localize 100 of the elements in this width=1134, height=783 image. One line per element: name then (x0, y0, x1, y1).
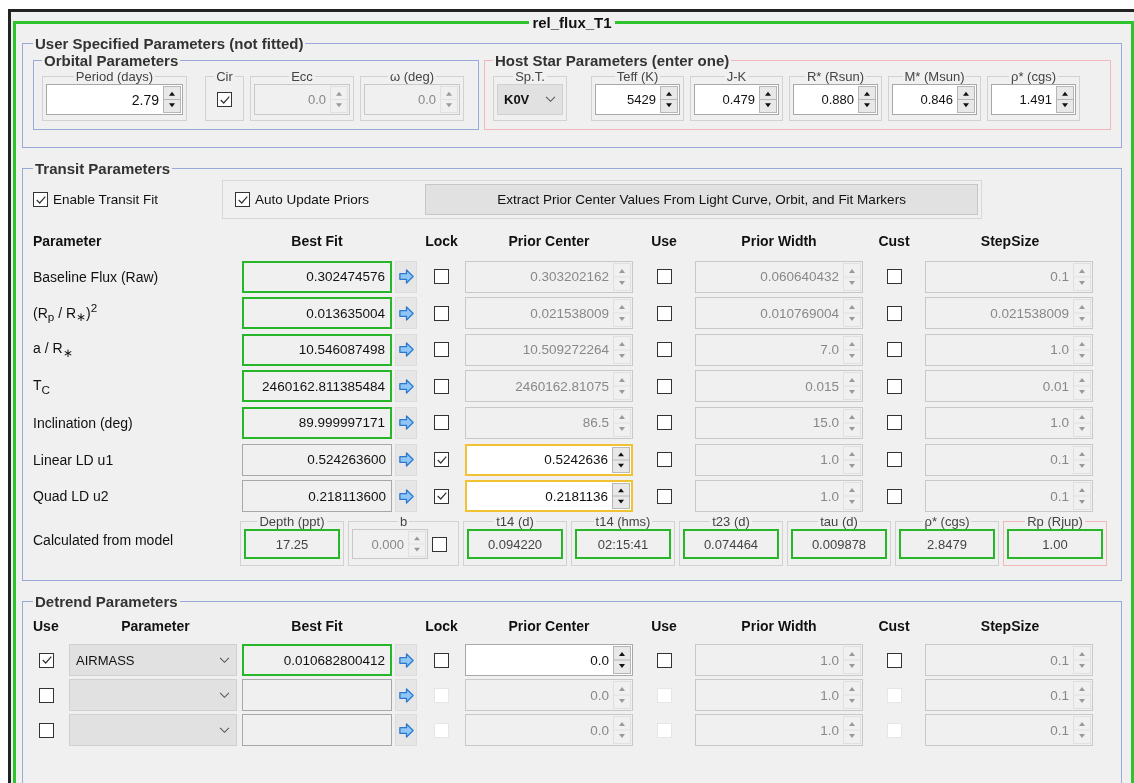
spin-field[interactable]: 0.1 (925, 644, 1093, 676)
spin-field[interactable]: 1.0 (695, 679, 863, 711)
checkbox[interactable] (434, 305, 449, 321)
spin-field[interactable]: 0.880 (793, 84, 878, 115)
copy-button[interactable] (395, 480, 417, 513)
spin-buttons[interactable] (957, 86, 975, 113)
spin-field[interactable]: 1.0 (695, 714, 863, 746)
checkbox[interactable] (434, 342, 449, 358)
spin-field[interactable]: 0.0 (465, 679, 633, 711)
spin-field[interactable]: 0.1 (925, 260, 1093, 293)
copy-button[interactable] (395, 370, 417, 403)
copy-button[interactable] (395, 714, 417, 746)
best-fit-field[interactable]: 0.524263600 (242, 443, 392, 476)
checkbox[interactable] (886, 269, 902, 285)
spin-field[interactable]: 0.0 (465, 644, 633, 676)
spin-field[interactable]: 15.0 (695, 406, 863, 439)
checkbox[interactable] (434, 378, 449, 394)
spin-field[interactable]: 0.1 (925, 480, 1093, 513)
best-fit-field[interactable] (242, 714, 392, 746)
spin-field[interactable]: 1.0 (695, 644, 863, 676)
spin-buttons[interactable] (163, 86, 181, 113)
copy-button[interactable] (395, 679, 417, 711)
checkbox[interactable] (886, 378, 902, 394)
checkbox[interactable] (434, 415, 449, 431)
spin-field[interactable]: 0.479 (694, 84, 779, 115)
checkbox[interactable] (235, 192, 251, 207)
dropdown[interactable]: AIRMASS (69, 644, 237, 676)
checkbox[interactable] (217, 92, 232, 107)
best-fit-field[interactable]: 89.999997171 (242, 406, 392, 439)
spin-field[interactable]: 0.1 (925, 679, 1093, 711)
copy-button[interactable] (395, 297, 417, 330)
extract-button[interactable]: Extract Prior Center Values From Light Curve, Orbit, and Fit Markers (425, 184, 979, 215)
spin-buttons[interactable] (660, 86, 678, 113)
checkbox[interactable] (432, 536, 447, 552)
checkbox[interactable] (656, 652, 672, 668)
spin-field[interactable]: 0.021538009 (465, 297, 633, 330)
checkbox[interactable] (33, 192, 48, 207)
copy-button[interactable] (395, 260, 417, 293)
spin-field[interactable]: 0.015 (695, 370, 863, 403)
checkbox[interactable] (656, 269, 672, 285)
spin-field[interactable]: 2.79 (46, 84, 183, 115)
spin-buttons[interactable] (1056, 86, 1074, 113)
spin-field[interactable]: 5429 (595, 84, 680, 115)
checkbox[interactable] (886, 488, 902, 504)
spin-buttons[interactable] (613, 646, 631, 674)
best-fit-field[interactable]: 2460162.811385484 (242, 370, 392, 403)
checkbox[interactable] (434, 269, 449, 285)
spin-field[interactable]: 0.846 (892, 84, 977, 115)
spin-field[interactable]: 0.021538009 (925, 297, 1093, 330)
best-fit-field[interactable] (242, 679, 392, 711)
spin-field[interactable]: 10.509272264 (465, 333, 633, 366)
spin-buttons[interactable] (612, 483, 630, 510)
spin-field[interactable]: 0.1 (925, 443, 1093, 476)
spin-field[interactable]: 0.000 (352, 529, 428, 560)
spin-field[interactable]: 0.2181136 (465, 480, 633, 513)
checkbox[interactable] (434, 452, 449, 468)
copy-button[interactable] (395, 333, 417, 366)
spin-buttons[interactable] (858, 86, 876, 113)
checkbox[interactable] (39, 687, 54, 703)
checkbox[interactable] (434, 652, 449, 668)
spin-field[interactable]: 1.0 (695, 480, 863, 513)
checkbox[interactable] (39, 722, 54, 738)
best-fit-field[interactable]: 0.302474576 (242, 260, 392, 293)
spin-field[interactable]: 0.01 (925, 370, 1093, 403)
checkbox[interactable] (656, 452, 672, 468)
spin-field[interactable]: 0.0 (465, 714, 633, 746)
checkbox[interactable] (886, 305, 902, 321)
spin-field[interactable]: 0.010769004 (695, 297, 863, 330)
spin-field[interactable]: 0.5242636 (465, 443, 633, 476)
best-fit-field[interactable]: 0.218113600 (242, 480, 392, 513)
spin-field[interactable]: 86.5 (465, 406, 633, 439)
spin-field[interactable]: 1.0 (695, 443, 863, 476)
best-fit-field[interactable]: 10.546087498 (242, 333, 392, 366)
checkbox[interactable] (886, 452, 902, 468)
spin-field[interactable]: 0.060640432 (695, 260, 863, 293)
spin-buttons[interactable] (612, 446, 630, 473)
spin-field[interactable]: 0.303202162 (465, 260, 633, 293)
copy-button[interactable] (395, 406, 417, 439)
checkbox[interactable] (656, 415, 672, 431)
checkbox[interactable] (656, 378, 672, 394)
spin-field[interactable]: 1.0 (925, 333, 1093, 366)
spin-field[interactable]: 2460162.81075 (465, 370, 633, 403)
checkbox[interactable] (886, 342, 902, 358)
copy-button[interactable] (395, 443, 417, 476)
spin-buttons[interactable] (759, 86, 777, 113)
checkbox[interactable] (886, 415, 902, 431)
copy-button[interactable] (395, 644, 417, 676)
spin-field[interactable]: 0.1 (925, 714, 1093, 746)
dropdown[interactable]: K0V (497, 84, 563, 115)
spin-field[interactable]: 7.0 (695, 333, 863, 366)
checkbox[interactable] (656, 488, 672, 504)
spin-field[interactable]: 1.0 (925, 406, 1093, 439)
checkbox[interactable] (656, 305, 672, 321)
checkbox[interactable] (656, 342, 672, 358)
best-fit-field[interactable]: 0.013635004 (242, 297, 392, 330)
checkbox[interactable] (434, 488, 449, 504)
checkbox[interactable] (886, 652, 902, 668)
best-fit-field[interactable]: 0.010682800412 (242, 644, 392, 676)
spin-field[interactable]: 1.491 (991, 84, 1076, 115)
checkbox[interactable] (39, 652, 54, 668)
